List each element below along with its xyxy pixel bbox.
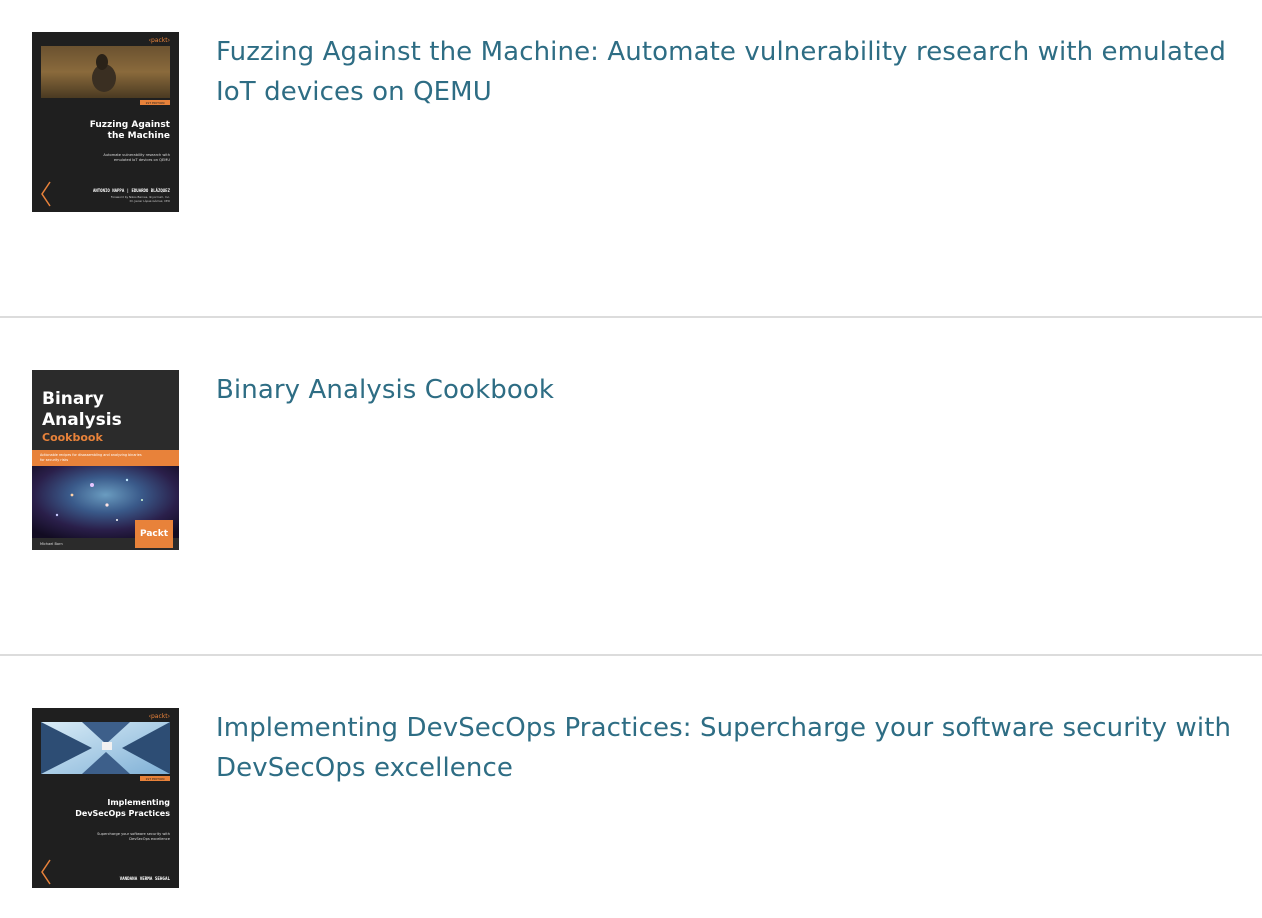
svg-text:emulated IoT devices on QEMU: emulated IoT devices on QEMU [114, 158, 170, 162]
list-item: ‹packt› 1ST EDITION Implementing DevSecO… [0, 656, 1262, 918]
cover-publisher-mark: ‹packt› [149, 37, 170, 44]
book-title-link[interactable]: Binary Analysis Cookbook [216, 370, 1256, 410]
svg-text:Fuzzing Against: Fuzzing Against [90, 120, 171, 130]
svg-text:Michael Born: Michael Born [40, 542, 63, 546]
list-item: Binary Analysis Cookbook Actionable reci… [0, 318, 1262, 654]
svg-text:Supercharge your software secu: Supercharge your software security with [97, 832, 170, 836]
svg-text:1ST EDITION: 1ST EDITION [145, 101, 164, 105]
book-cover-devsecops[interactable]: ‹packt› 1ST EDITION Implementing DevSecO… [32, 708, 179, 888]
book-title-link[interactable]: Implementing DevSecOps Practices: Superc… [216, 708, 1256, 788]
book-list: ‹packt› 1ST EDITION Fuzzing Against the … [0, 0, 1262, 918]
svg-text:VANDANA VERMA SEHGAL: VANDANA VERMA SEHGAL [120, 876, 171, 881]
svg-text:for security risks: for security risks [40, 458, 68, 462]
svg-text:Dr. Javier López-Gómez, CEO: Dr. Javier López-Gómez, CEO [130, 199, 171, 203]
svg-text:Binary: Binary [42, 389, 104, 409]
book-title-link[interactable]: Fuzzing Against the Machine: Automate vu… [216, 32, 1256, 112]
book-cover-fuzzing[interactable]: ‹packt› 1ST EDITION Fuzzing Against the … [32, 32, 179, 212]
svg-text:Packt: Packt [140, 529, 169, 539]
book-cover-binary-analysis[interactable]: Binary Analysis Cookbook Actionable reci… [32, 370, 179, 550]
svg-text:Implementing: Implementing [107, 798, 170, 807]
svg-text:Actionable recipes for disasse: Actionable recipes for disassembling and… [40, 453, 142, 457]
svg-text:the Machine: the Machine [108, 131, 170, 141]
svg-text:1ST EDITION: 1ST EDITION [145, 777, 164, 781]
svg-text:Analysis: Analysis [42, 410, 122, 430]
svg-text:ANTONIO NAPPA | EDUARDO BLÁZQU: ANTONIO NAPPA | EDUARDO BLÁZQUEZ [93, 188, 171, 193]
svg-text:Cookbook: Cookbook [42, 431, 103, 444]
svg-text:‹packt›: ‹packt› [149, 713, 170, 720]
svg-text:DevSecOps excellence: DevSecOps excellence [129, 837, 171, 841]
svg-text:DevSecOps Practices: DevSecOps Practices [75, 809, 170, 818]
svg-text:Automate vulnerability researc: Automate vulnerability research with [103, 153, 170, 157]
list-item: ‹packt› 1ST EDITION Fuzzing Against the … [0, 0, 1262, 316]
